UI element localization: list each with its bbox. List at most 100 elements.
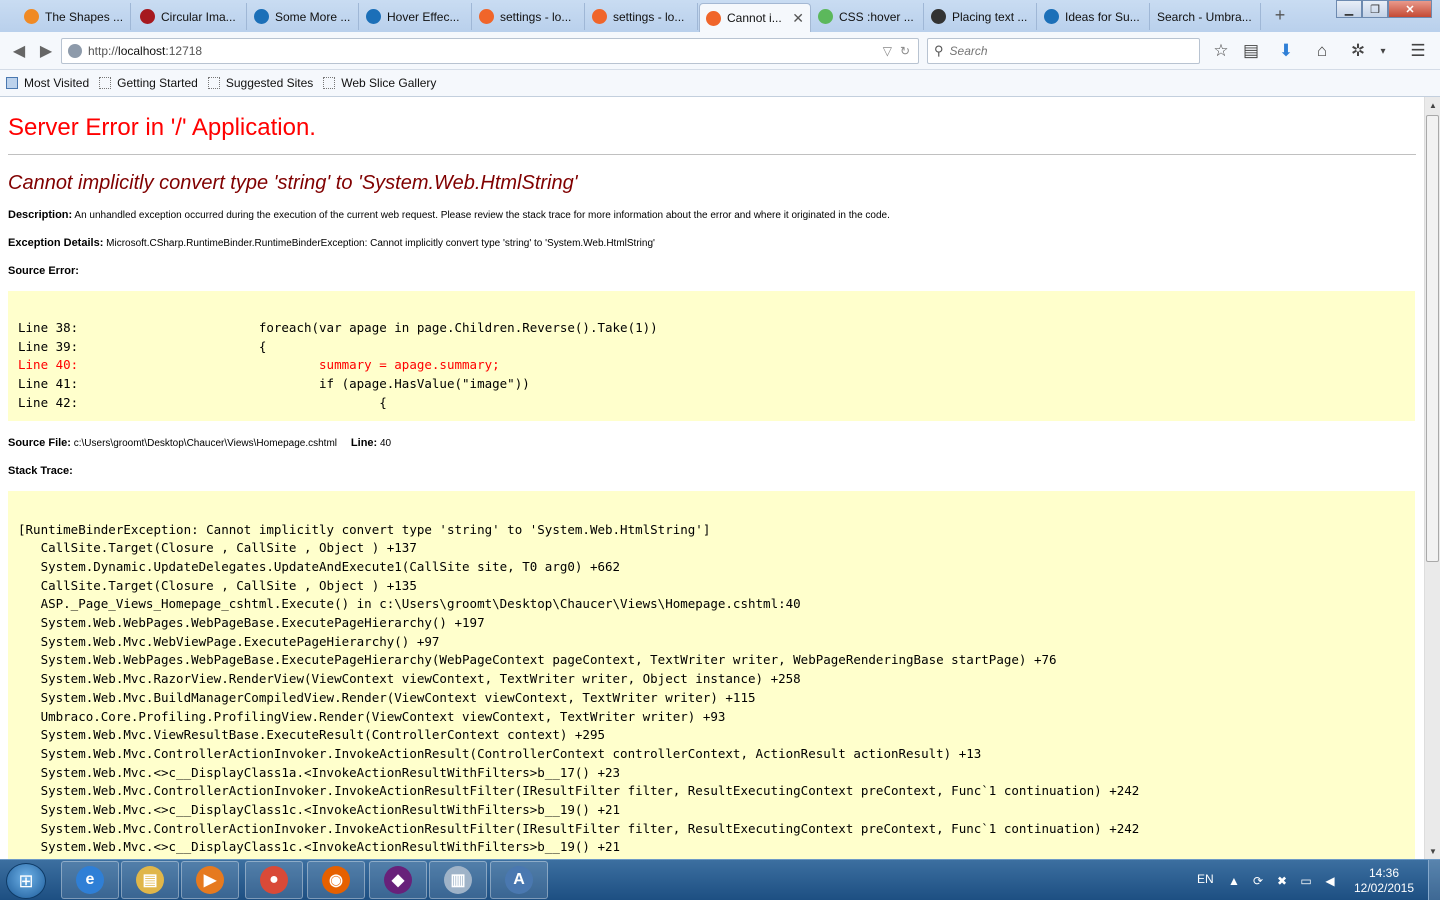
taskbar-app-button[interactable]: ▥ (429, 861, 487, 899)
language-indicator[interactable]: EN (1197, 872, 1214, 886)
browser-tab[interactable]: CSS :hover ... (812, 3, 924, 30)
tray-sync-icon[interactable]: ⟳ (1251, 874, 1265, 888)
bookmark-item[interactable]: Web Slice Gallery (323, 76, 436, 90)
reload-icon[interactable]: ↻ (900, 44, 910, 58)
url-port: :12718 (165, 44, 203, 58)
exception-details-row: Exception Details: Microsoft.CSharp.Runt… (8, 237, 1416, 249)
search-bar[interactable]: ⚲ (927, 38, 1200, 64)
source-file-path: c:\Users\groomt\Desktop\Chaucer\Views\Ho… (73, 437, 338, 449)
exception-details-text: Microsoft.CSharp.RuntimeBinder.RuntimeBi… (106, 238, 655, 249)
source-error-box: Line 38: foreach(var apage in page.Child… (8, 291, 1415, 421)
tab-label: The Shapes ... (45, 9, 124, 24)
error-heading: Cannot implicitly convert type 'string' … (8, 172, 578, 194)
taskbar-app-button[interactable]: ▤ (121, 861, 179, 899)
url-text[interactable]: http://localhost:12718 (88, 44, 883, 58)
clock-time: 14:36 (1368, 866, 1400, 880)
tab-label: settings - lo... (613, 9, 685, 24)
home-icon[interactable]: ⌂ (1311, 40, 1333, 62)
browser-tab[interactable]: settings - lo... (473, 3, 585, 30)
tray-error-icon[interactable]: ✖ (1275, 874, 1289, 888)
hamburger-menu-icon[interactable]: ☰ (1407, 40, 1429, 62)
bookmark-label: Most Visited (24, 76, 90, 90)
stack-trace-line: System.Web.Mvc.BuildManagerCompiledView.… (18, 689, 756, 705)
addon-icon[interactable]: ✲ (1347, 40, 1369, 62)
page-title: Server Error in '/' Application. (8, 114, 1416, 155)
show-desktop-button[interactable] (1428, 860, 1440, 900)
tab-label: Placing text ... (952, 9, 1028, 24)
taskbar-app-button[interactable]: ● (245, 861, 303, 899)
maximize-button[interactable]: ❐ (1362, 0, 1388, 18)
tab-close-icon[interactable]: ✕ (792, 10, 804, 27)
new-tab-button[interactable]: + (1270, 5, 1290, 25)
browser-tab[interactable]: Some More ... (248, 3, 359, 30)
internet-explorer-icon: e (76, 866, 104, 894)
scroll-up-arrow-icon[interactable]: ▲ (1425, 97, 1440, 113)
taskbar-app-button[interactable]: ◉ (307, 861, 365, 899)
tab-label: Hover Effec... (387, 9, 460, 24)
back-button[interactable]: ◀ (8, 40, 30, 62)
address-bar[interactable]: http://localhost:12718 ▽ ↻ (61, 38, 919, 64)
bookmark-page-icon (207, 77, 220, 89)
network-icon[interactable]: ▭ (1299, 874, 1313, 888)
bookmark-item[interactable]: Most Visited (6, 76, 89, 90)
bookmark-item[interactable]: Getting Started (99, 76, 198, 90)
source-file-row: Source File: c:\Users\groomt\Desktop\Cha… (8, 437, 1416, 449)
stack-trace-line: System.Dynamic.UpdateDelegates.UpdateAnd… (18, 558, 621, 574)
stack-trace-line: ASP._Page_Views_Homepage_cshtml.Execute(… (18, 596, 801, 612)
browser-tab[interactable]: Search - Umbra... (1151, 3, 1261, 30)
line-number: 40 (379, 437, 392, 449)
source-code-block: Line 38: foreach(var apage in page.Child… (18, 319, 1405, 413)
search-input[interactable] (949, 44, 1199, 58)
tray-expand-icon[interactable]: ▲ (1227, 874, 1241, 888)
bookmark-item[interactable]: Suggested Sites (207, 76, 314, 90)
download-icon[interactable]: ⬇ (1275, 40, 1297, 62)
addon-menu-arrow-icon[interactable]: ▾ (1372, 40, 1394, 62)
media-player-icon: ▶ (196, 866, 224, 894)
browser-tab[interactable]: Hover Effec... (360, 3, 472, 30)
stack-trace-line: System.Web.Mvc.ControllerActionInvoker.I… (18, 820, 1140, 836)
umbraco-icon (706, 10, 721, 26)
description-row: Description: An unhandled exception occu… (8, 209, 1416, 221)
source-line: Line 41: if (apage.HasValue("image")) (18, 376, 530, 392)
browser-tab[interactable]: Circular Ima... (134, 3, 247, 30)
taskbar-app-button[interactable]: A (490, 861, 548, 899)
windows-logo-icon: ⊞ (18, 870, 34, 891)
css-tricks-icon (24, 9, 39, 24)
browser-tab[interactable]: The Shapes ... (18, 3, 131, 30)
server-icon: ▥ (444, 866, 472, 894)
minimize-button[interactable]: ▁ (1336, 0, 1362, 18)
umbraco-icon (592, 9, 607, 24)
scrollbar-thumb[interactable] (1426, 115, 1439, 562)
scroll-down-arrow-icon[interactable]: ▼ (1425, 843, 1440, 859)
volume-icon[interactable]: ◀ (1323, 874, 1337, 888)
description-label: Description: (8, 209, 73, 221)
taskbar-app-button[interactable]: e (61, 861, 119, 899)
forward-button[interactable]: ▶ (35, 40, 57, 62)
system-clock[interactable]: 14:36 12/02/2015 (1352, 866, 1416, 896)
browser-tab[interactable]: Placing text ... (925, 3, 1037, 30)
start-button[interactable]: ⊞ (6, 863, 46, 899)
firefox-icon: ◉ (322, 866, 350, 894)
stack-trace-line: [RuntimeBinderException: Cannot implicit… (18, 521, 711, 537)
taskbar-app-button[interactable]: ▶ (181, 861, 239, 899)
clock-date: 12/02/2015 (1353, 881, 1415, 895)
bookmark-label: Suggested Sites (225, 76, 314, 90)
tab-label: Cannot i... (727, 11, 782, 25)
bookmark-star-icon[interactable]: ☆ (1210, 40, 1232, 62)
reading-list-icon[interactable]: ▤ (1240, 40, 1262, 62)
browser-tab[interactable]: Ideas for Su... (1038, 3, 1150, 30)
vertical-scrollbar[interactable]: ▲ ▼ (1424, 97, 1440, 859)
browser-tab[interactable]: settings - lo... (586, 3, 698, 30)
source-file-label: Source File: (8, 436, 71, 449)
source-line: Line 39: { (18, 338, 267, 354)
taskbar-app-button[interactable]: ◆ (369, 861, 427, 899)
visual-studio-icon: ◆ (384, 866, 412, 894)
exception-details-label: Exception Details: (8, 237, 104, 249)
url-host: localhost (118, 44, 166, 58)
dropdown-arrow-icon[interactable]: ▽ (883, 44, 892, 58)
stack-trace-line: CallSite.Target(Closure , CallSite , Obj… (18, 540, 417, 556)
chrome-icon: ● (260, 866, 288, 894)
stack-trace-line: System.Web.Mvc.ControllerActionInvoker.I… (18, 745, 982, 761)
browser-tab[interactable]: Cannot i... ✕ (699, 3, 811, 32)
close-window-button[interactable]: ✕ (1388, 0, 1432, 18)
